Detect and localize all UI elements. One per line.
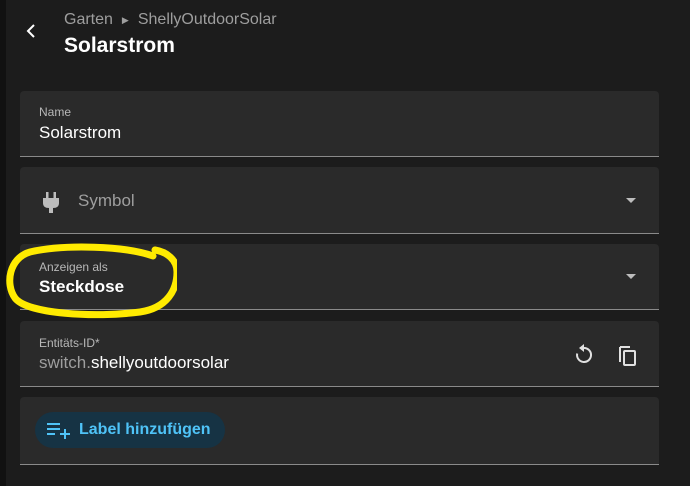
show-as-label: Anzeigen als [39, 260, 108, 274]
breadcrumb-device[interactable]: ShellyOutdoorSolar [138, 11, 277, 29]
icon-picker[interactable]: Symbol [20, 167, 659, 234]
breadcrumb-area[interactable]: Garten [64, 11, 113, 29]
plug-icon [43, 192, 59, 213]
reset-entity-id-button[interactable] [572, 343, 596, 372]
name-field-value[interactable]: Solarstrom [39, 123, 121, 143]
label-add-icon [47, 423, 70, 439]
add-label-text: Label hinzufügen [79, 421, 211, 438]
show-as-select[interactable]: Anzeigen als Steckdose [20, 244, 659, 310]
add-label-button[interactable]: Label hinzufügen [35, 412, 225, 448]
reset-icon [576, 344, 593, 363]
entity-id-object: shellyoutdoorsolar [90, 353, 229, 372]
dialog-header: Garten ▶ ShellyOutdoorSolar Solarstrom [6, 0, 690, 70]
labels-field: Label hinzufügen [20, 397, 659, 465]
entity-id-prefix: switch. [39, 353, 91, 372]
page-title: Solarstrom [64, 34, 175, 57]
dropdown-arrow-icon [626, 274, 636, 279]
copy-entity-id-button[interactable] [616, 343, 640, 372]
dialog-panel: Garten ▶ ShellyOutdoorSolar Solarstrom N… [6, 0, 690, 486]
back-button[interactable] [16, 16, 46, 46]
icon-picker-placeholder: Symbol [78, 191, 135, 210]
back-arrow-icon [26, 24, 35, 38]
show-as-value: Steckdose [39, 277, 125, 296]
breadcrumb: Garten ▶ ShellyOutdoorSolar [64, 11, 277, 29]
name-field[interactable]: Name Solarstrom [20, 91, 659, 157]
breadcrumb-separator-icon: ▶ [121, 14, 129, 25]
entity-id-label: Entitäts-ID* [39, 336, 100, 350]
copy-icon [619, 346, 636, 366]
entity-id-value[interactable]: switch.shellyoutdoorsolar [39, 353, 229, 373]
dropdown-arrow-icon [626, 198, 636, 203]
entity-id-field[interactable]: Entitäts-ID* switch.shellyoutdoorsolar [20, 321, 659, 387]
name-field-label: Name [39, 105, 72, 119]
